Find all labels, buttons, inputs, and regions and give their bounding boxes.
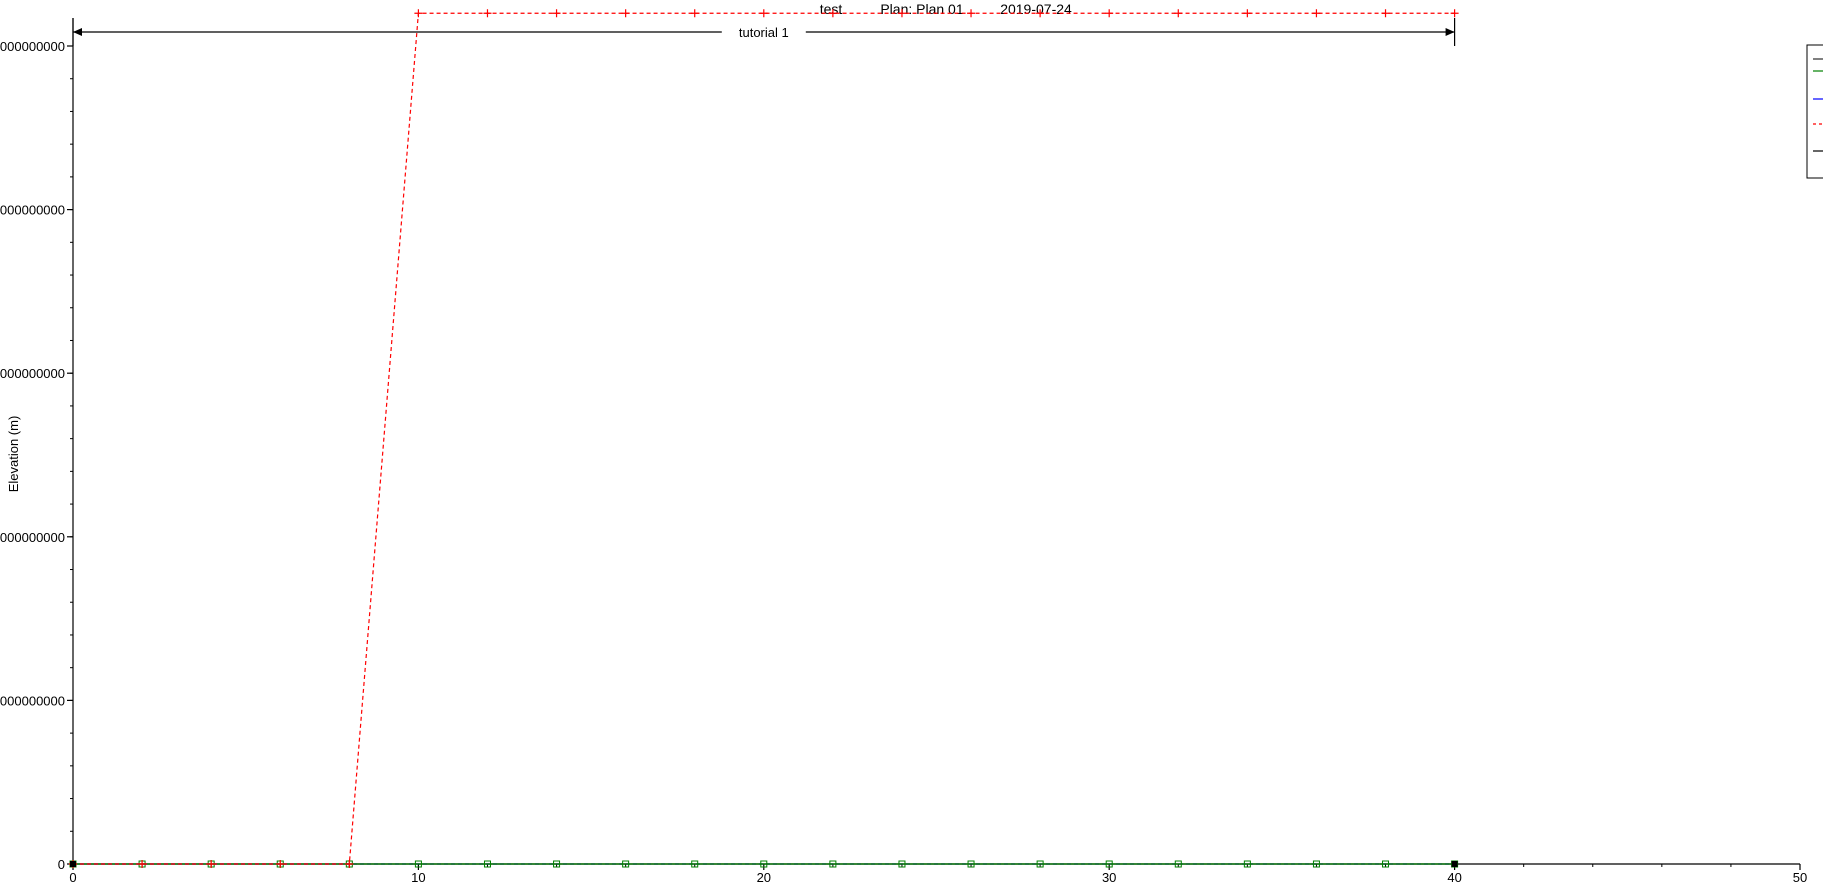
x-tick-label: 10 (411, 870, 425, 885)
y-tick-label: 000000000 (0, 203, 65, 218)
x-tick-label: 30 (1102, 870, 1116, 885)
series-marker-0 (967, 9, 976, 18)
series-marker-0 (759, 9, 768, 18)
series-marker-0 (1243, 9, 1252, 18)
reach-arrow-left-icon (73, 28, 82, 36)
y-tick-label: 000000000 (0, 366, 65, 381)
series-marker-0 (483, 9, 492, 18)
series-layer (69, 9, 1459, 868)
series-marker-0 (1105, 9, 1114, 18)
header-project: test (820, 1, 843, 17)
x-axis-ticks: 0 10 20 30 40 50 (69, 864, 1807, 885)
series-line-0 (73, 12, 1455, 865)
header-date: 2019-07-24 (1000, 1, 1072, 17)
y-axis-title: Elevation (m) (6, 416, 21, 493)
header-plan: Plan: Plan 01 (880, 1, 963, 17)
x-tick-label: 40 (1447, 870, 1461, 885)
x-tick-label: 50 (1793, 870, 1807, 885)
legend-box (1806, 44, 1823, 179)
legend (1806, 44, 1823, 179)
y-tick-label: 0 (58, 857, 65, 872)
y-tick-label: 000000000 (0, 39, 65, 54)
series-marker-0 (1174, 9, 1183, 18)
reach-bracket: tutorial 1 (72, 18, 1456, 46)
series-marker-0 (621, 9, 630, 18)
x-tick-label: 20 (757, 870, 771, 885)
series-marker-0 (1450, 9, 1459, 18)
y-tick-label: 000000000 (0, 693, 65, 708)
series-marker-0 (552, 9, 561, 18)
endpoint-marker (70, 861, 76, 867)
series-marker-0 (1312, 9, 1321, 18)
endpoint-marker (1451, 861, 1458, 867)
series-marker-0 (1381, 9, 1390, 18)
profile-chart: test Plan: Plan 01 2019-07-24 tutorial 1… (0, 1, 1823, 885)
reach-label: tutorial 1 (739, 25, 789, 40)
x-tick-label: 0 (69, 870, 76, 885)
y-tick-label: 000000000 (0, 530, 65, 545)
reach-arrow-right-icon (1445, 28, 1455, 36)
series-marker-0 (690, 9, 699, 18)
series-marker-0 (414, 9, 423, 18)
